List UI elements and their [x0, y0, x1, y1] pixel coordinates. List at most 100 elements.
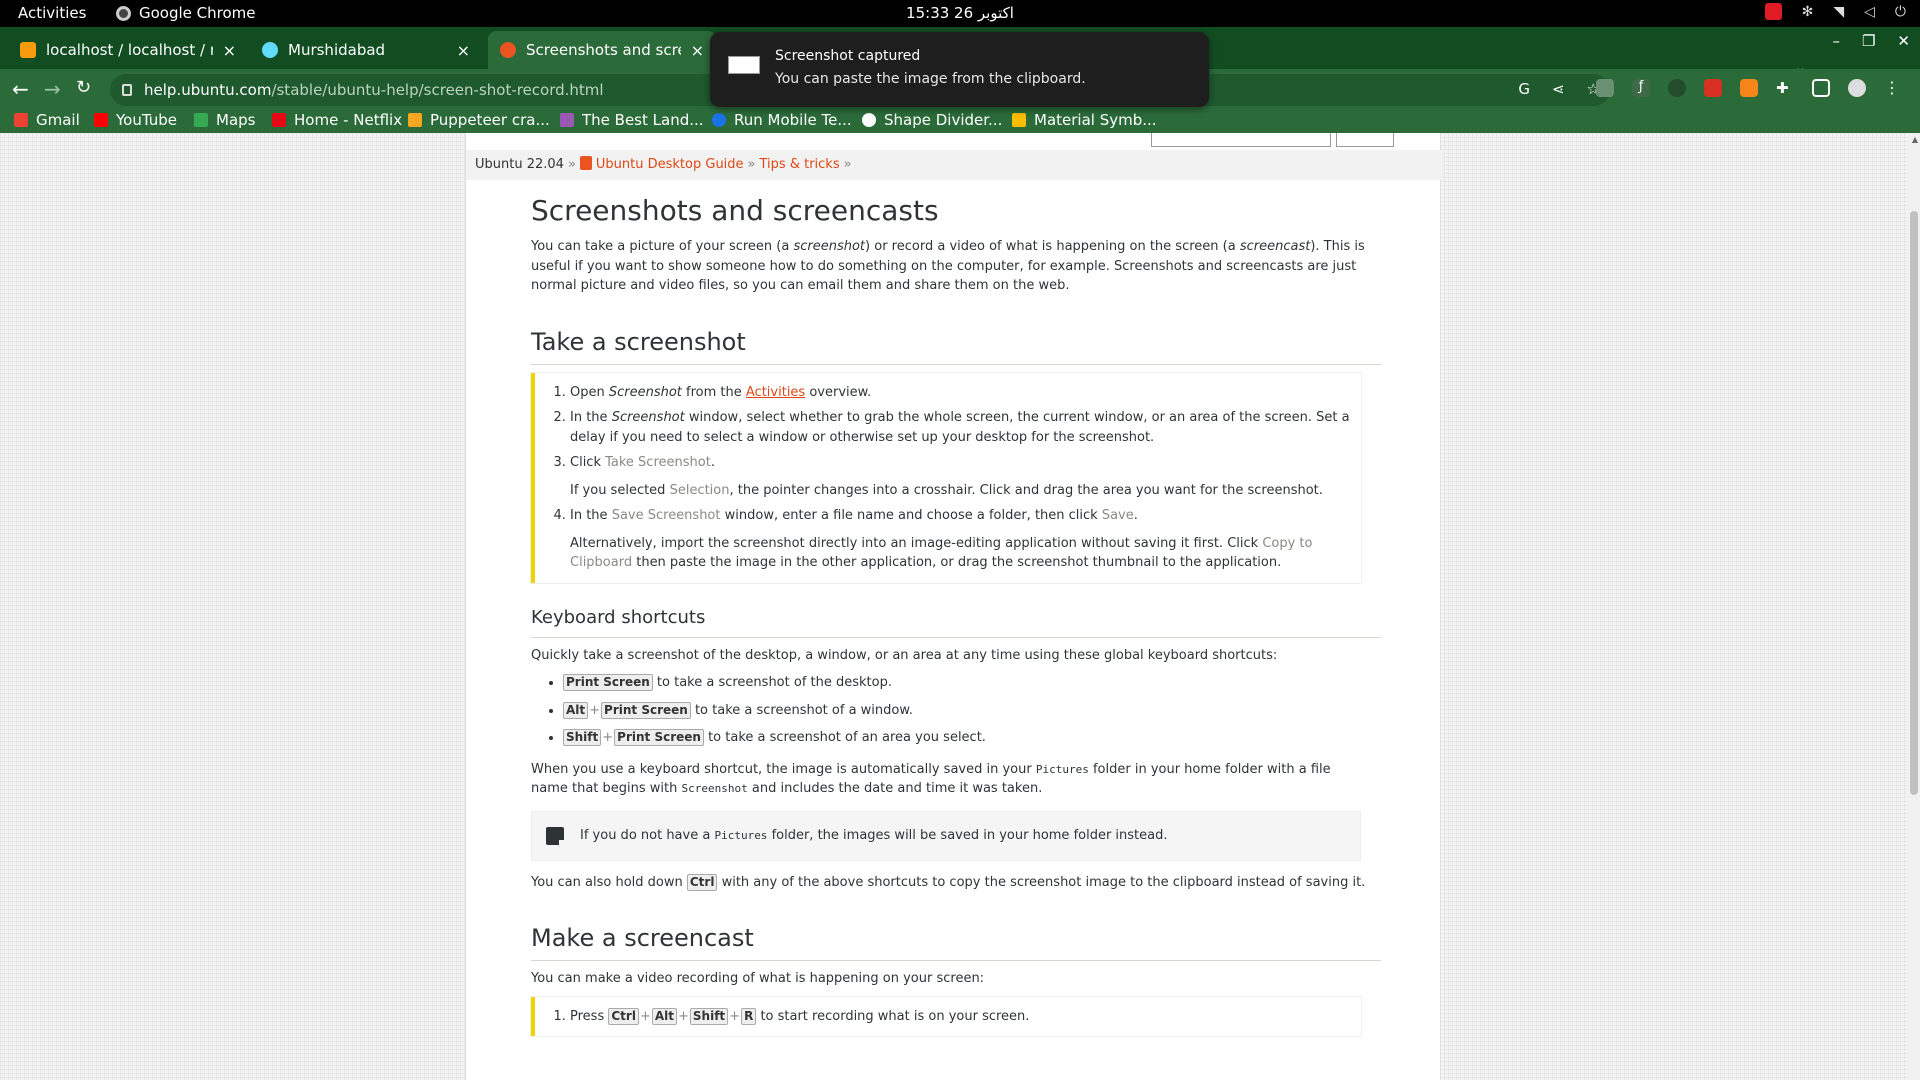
power-icon: ⏻: [1894, 3, 1906, 20]
lock-icon[interactable]: [122, 84, 132, 96]
maximize-icon[interactable]: ❐: [1862, 32, 1875, 50]
step-item: In the Screenshot window, select whether…: [570, 408, 1351, 447]
eyedropper-extension-icon[interactable]: [1596, 78, 1614, 97]
screenshot-notification[interactable]: Screenshot captured You can paste the im…: [710, 32, 1209, 107]
key-ctrl: Ctrl: [686, 873, 718, 891]
chrome-icon: [116, 5, 131, 21]
bookmark-label: YouTube: [116, 111, 177, 129]
maps-icon: [194, 113, 208, 127]
system-tray[interactable]: ✻ ◥ ◁ ⏻: [1764, 3, 1906, 20]
netflix-icon: [272, 113, 286, 127]
omnibox-actions: G ⋖ ☆: [1518, 80, 1600, 98]
step-item: Click Take Screenshot. If you selected S…: [570, 453, 1351, 500]
network-sharing-icon: ✻: [1801, 3, 1814, 20]
breadcrumb: Ubuntu 22.04» Ubuntu Desktop Guide» Tips &…: [466, 150, 1442, 180]
metamask-extension-icon[interactable]: [1740, 78, 1758, 97]
take-screenshot-heading: Take a screenshot: [531, 326, 1381, 365]
bookmark-best-land[interactable]: The Best Land...: [560, 111, 704, 129]
bookmark-run-mobile[interactable]: Run Mobile Te...: [712, 111, 852, 129]
search-input[interactable]: [1151, 133, 1331, 147]
menu-kebab-icon[interactable]: ⋮: [1884, 78, 1900, 97]
activities-link[interactable]: Activities: [746, 385, 805, 400]
app-name: Google Chrome: [139, 4, 256, 22]
shortcut-list: Print Screen to take a screenshot of the…: [531, 673, 1371, 748]
page-title: Screenshots and screencasts: [531, 194, 939, 227]
screenshot-steps: Open Screenshot from the Activities over…: [531, 372, 1361, 583]
tab-title: Screenshots and screencasts: [526, 41, 681, 59]
url-path: /stable/ubuntu-help/screen-shot-record.h…: [271, 81, 604, 99]
breadcrumb-guide-link[interactable]: Ubuntu Desktop Guide: [596, 157, 744, 172]
share-icon[interactable]: ⋖: [1552, 80, 1565, 98]
bookmark-label: Home - Netflix: [294, 111, 403, 129]
back-icon[interactable]: ←: [12, 77, 29, 101]
key-r: R: [741, 1007, 757, 1025]
reload-icon[interactable]: ↻: [76, 77, 91, 98]
list-item: Shift+Print Screen to take a screenshot …: [563, 728, 1371, 748]
tab-murshidabad[interactable]: Murshidabad ×: [250, 31, 482, 69]
puzzle-extensions-icon[interactable]: ✚: [1776, 79, 1794, 97]
app-menu[interactable]: Google Chrome: [116, 4, 256, 22]
step-item: Open Screenshot from the Activities over…: [570, 383, 1351, 403]
volume-icon: ◁: [1864, 3, 1875, 20]
activities-button[interactable]: Activities: [18, 4, 86, 22]
keyboard-shortcuts-heading: Keyboard shortcuts: [531, 605, 1381, 638]
key-print-screen: Print Screen: [601, 701, 691, 719]
screen-record-icon[interactable]: [1764, 3, 1782, 20]
bookmark-shape-divider[interactable]: Shape Divider...: [862, 111, 1002, 129]
tab-localhost[interactable]: localhost / localhost / ref ×: [8, 31, 248, 69]
react-icon: [262, 42, 278, 58]
forward-icon[interactable]: →: [44, 77, 61, 101]
bookmark-label: Puppeteer cra...: [430, 111, 550, 129]
google-lens-icon[interactable]: G: [1518, 80, 1530, 98]
feather-icon: [560, 113, 574, 127]
bookmark-netflix[interactable]: Home - Netflix: [272, 111, 402, 129]
minimize-icon[interactable]: –: [1832, 32, 1840, 50]
ubuntu-icon: [500, 42, 516, 58]
tab-screenshots[interactable]: Screenshots and screencasts ×: [488, 31, 716, 69]
search-area: [466, 133, 1442, 151]
article-body: Screenshots and screencasts You can take…: [531, 193, 1381, 1048]
bookmark-label: Shape Divider...: [884, 111, 1003, 129]
notification-body: You can paste the image from the clipboa…: [775, 71, 1086, 87]
bookmark-puppeteer[interactable]: Puppeteer cra...: [408, 111, 550, 129]
help-content: Ubuntu 22.04» Ubuntu Desktop Guide» Tips &…: [465, 133, 1442, 1080]
phpmyadmin-icon: [20, 42, 36, 58]
profile-avatar[interactable]: [1848, 78, 1866, 97]
dark-extension-icon[interactable]: [1668, 78, 1686, 97]
note-text: If you do not have a Pictures folder, th…: [580, 827, 1168, 843]
bookmark-gmail[interactable]: Gmail: [14, 111, 80, 129]
make-screencast-heading: Make a screencast: [531, 922, 1381, 961]
notification-title: Screenshot captured: [775, 48, 921, 64]
window-controls: – ❐ ✕: [1832, 32, 1910, 50]
side-panel-icon[interactable]: [1812, 78, 1830, 97]
close-tab-icon[interactable]: ×: [691, 41, 704, 60]
bookmark-youtube[interactable]: YouTube: [94, 111, 177, 129]
key-print-screen: Print Screen: [563, 674, 653, 691]
tab-title: Murshidabad: [288, 41, 386, 59]
clock[interactable]: 15:33 26 اکتوبر: [900, 4, 1020, 22]
close-tab-icon[interactable]: ×: [223, 41, 236, 60]
extensions-area: ƒ ✚ ⋮: [1596, 78, 1900, 97]
gmail-icon: [14, 113, 28, 127]
screencast-intro: You can make a video recording of what i…: [531, 971, 985, 986]
scroll-up-icon[interactable]: ▲: [1912, 135, 1918, 144]
close-window-icon[interactable]: ✕: [1897, 32, 1910, 50]
breadcrumb-section-link[interactable]: Tips & tricks: [760, 157, 840, 172]
search-button[interactable]: [1336, 133, 1394, 147]
breadcrumb-version: Ubuntu 22.04: [475, 157, 564, 172]
step-item: Press Ctrl+Alt+Shift+R to start recordin…: [570, 1007, 1351, 1027]
autosave-paragraph: When you use a keyboard shortcut, the im…: [531, 761, 1331, 797]
step-item: In the Save Screenshot window, enter a f…: [570, 506, 1351, 573]
page-scrollbar[interactable]: ▲: [1908, 133, 1920, 1080]
formula-extension-icon[interactable]: ƒ: [1632, 78, 1650, 97]
scrollbar-thumb[interactable]: [1910, 211, 1918, 795]
bookmark-maps[interactable]: Maps: [194, 111, 255, 129]
bookmarks-bar: Gmail YouTube Maps Home - Netflix Puppet…: [0, 111, 1920, 133]
tab-title: localhost / localhost / ref: [46, 41, 213, 59]
bookmark-material[interactable]: Material Symb...: [1012, 111, 1157, 129]
breadcrumb-sep: »: [843, 157, 852, 172]
puppeteer-icon: [408, 113, 422, 127]
close-tab-icon[interactable]: ×: [457, 41, 470, 60]
red-pen-extension-icon[interactable]: [1704, 78, 1722, 97]
screencast-steps: Press Ctrl+Alt+Shift+R to start recordin…: [531, 996, 1361, 1036]
